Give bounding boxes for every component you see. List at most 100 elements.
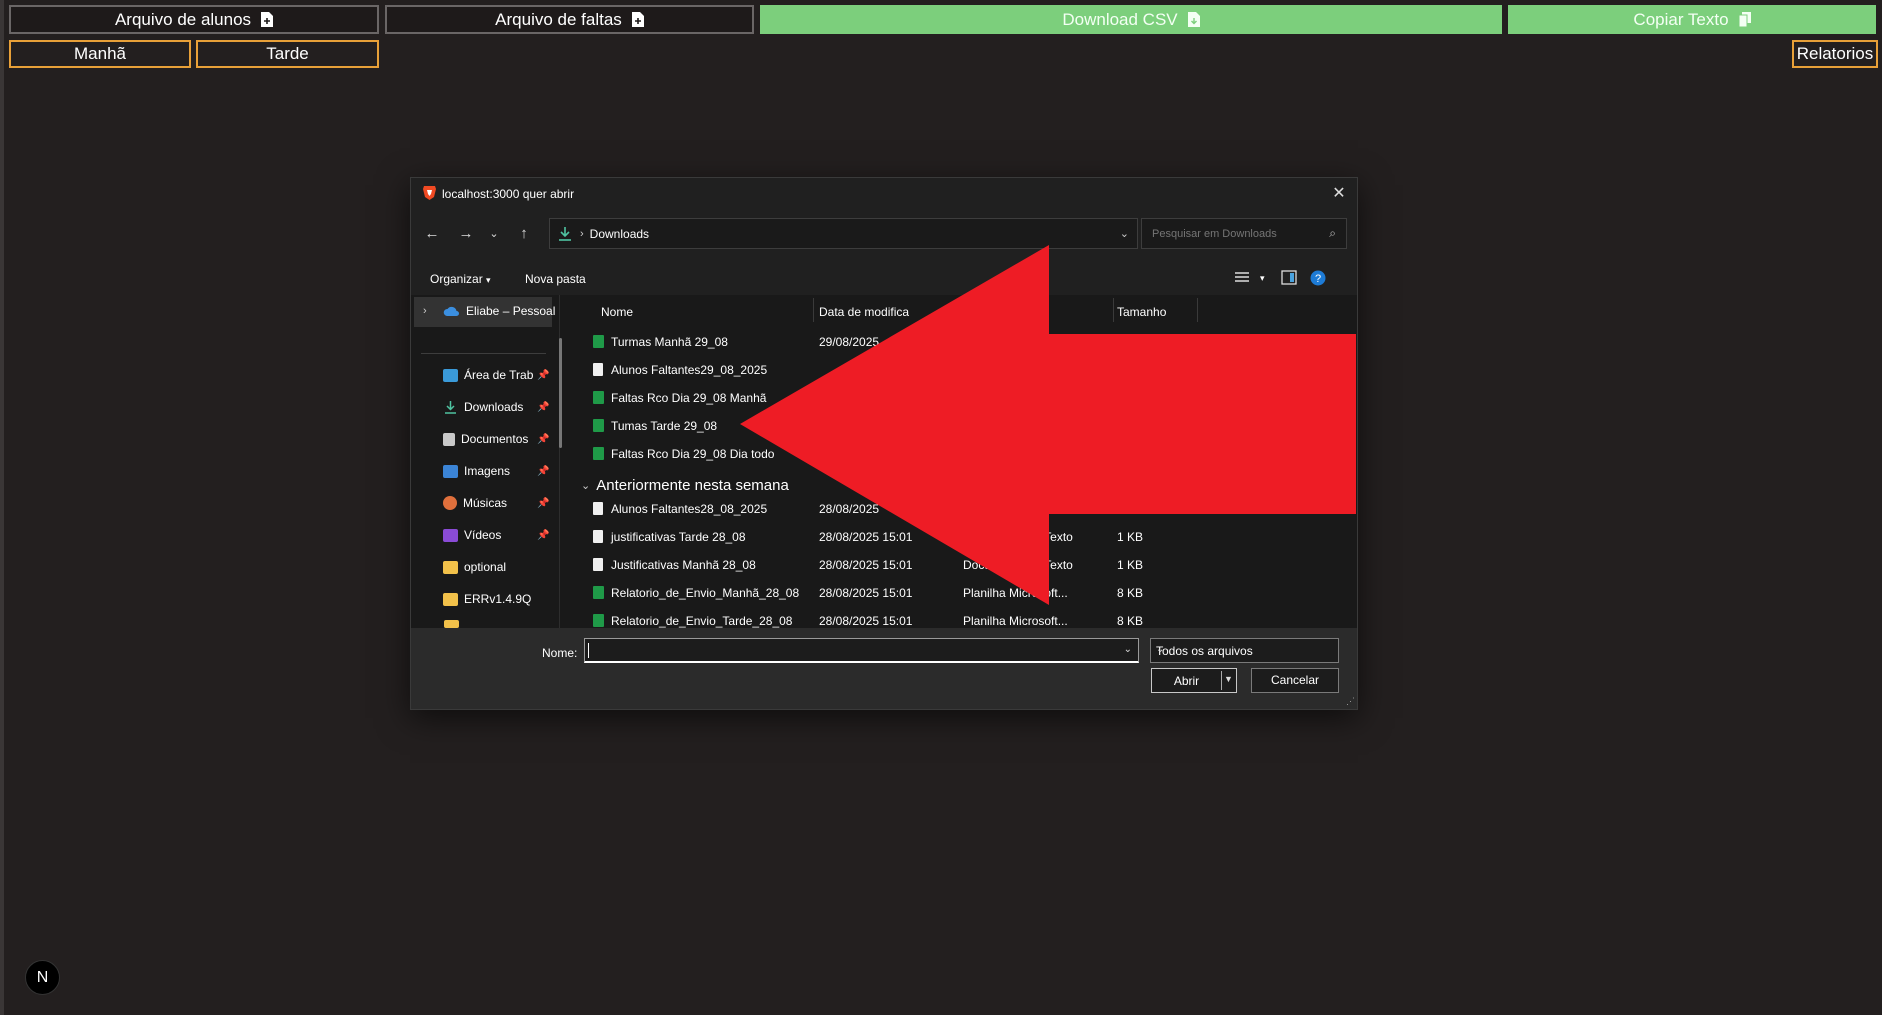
folder-icon — [443, 560, 458, 574]
pin-icon: 📌 — [537, 369, 550, 381]
resize-grip-icon[interactable]: ⋰ — [1346, 696, 1355, 707]
file-type: Planilha Microsoft... — [963, 335, 1068, 349]
file-size: 8 KB — [1117, 614, 1144, 628]
file-add-icon — [261, 12, 274, 27]
manha-button[interactable]: Manhã — [9, 40, 191, 68]
organizar-menu[interactable]: Organizar ▾ — [430, 272, 491, 286]
relatorios-button[interactable]: Relatorios — [1792, 40, 1878, 68]
spreadsheet-icon — [593, 614, 604, 627]
command-bar: Organizar ▾ Nova pasta ▾ ? — [411, 260, 1357, 295]
search-input[interactable] — [1150, 226, 1314, 241]
view-options-chevron-icon[interactable]: ▾ — [1260, 273, 1265, 284]
cancel-button[interactable]: Cancelar — [1251, 668, 1339, 693]
pin-icon: 📌 — [537, 401, 550, 413]
brave-browser-icon — [423, 186, 436, 200]
file-name-cell: Relatorio_de_Envio_Tarde_28_08 — [593, 614, 792, 628]
column-header-size[interactable]: Tamanho — [1117, 305, 1166, 319]
download-csv-button[interactable]: Download CSV — [760, 5, 1502, 34]
download-csv-label: Download CSV — [1062, 9, 1178, 29]
spreadsheet-icon — [593, 391, 604, 404]
file-row[interactable]: justificativas Tarde 28_08 28/08/2025 15:… — [571, 523, 1357, 551]
file-type-select[interactable]: Todos os arquivos ⌄ — [1150, 638, 1339, 663]
file-name: Faltas Rco Dia 29_08 Manhã — [611, 391, 767, 405]
file-date: 29/08/2025 — [819, 335, 880, 349]
column-separator — [1113, 298, 1114, 322]
nextjs-dev-badge[interactable]: N — [25, 960, 60, 995]
group-header-this-week[interactable]: ⌄ Anteriormente nesta semana — [581, 477, 789, 494]
tarde-button[interactable]: Tarde — [196, 40, 379, 68]
file-row[interactable]: Turmas Manhã 29_08 29/08/2025 Planilha Mic… — [571, 328, 1357, 356]
file-name-cell: Alunos Faltantes28_08_2025 — [593, 502, 768, 516]
file-download-icon — [1187, 12, 1200, 27]
page-left-edge — [0, 0, 4, 1015]
nova-pasta-button[interactable]: Nova pasta — [525, 272, 586, 286]
column-header-type[interactable]: Tipo — [963, 305, 986, 319]
sidebar-item-label: optional — [464, 560, 507, 574]
sidebar-item-downloads[interactable]: Downloads 📌 — [443, 400, 549, 414]
image-icon — [443, 464, 458, 478]
sidebar-item-label: Downloads — [464, 400, 524, 414]
pin-icon: 📌 — [537, 497, 550, 509]
folder-icon — [444, 620, 459, 628]
file-name: Faltas Rco Dia 29_08 Dia todo — [611, 447, 775, 461]
column-header-date[interactable]: Data de modificação — [819, 305, 909, 319]
collapse-chevron-icon: ⌄ — [581, 480, 591, 492]
pin-icon: 📌 — [537, 433, 550, 445]
file-name-field[interactable]: ⌄ — [584, 638, 1139, 663]
chevron-down-icon: ▾ — [486, 275, 491, 285]
breadcrumb-downloads[interactable]: Downloads — [590, 227, 649, 241]
file-row[interactable]: Faltas Rco Dia 29_08 Manhã — [571, 384, 1357, 412]
open-button[interactable]: Abrir ▼ — [1151, 668, 1237, 693]
file-row[interactable]: Relatorio_de_Envio_Manhã_28_08 28/08/2025… — [571, 579, 1357, 607]
chevron-down-icon[interactable]: ⌄ — [1124, 644, 1132, 655]
up-arrow-icon[interactable]: ↑ — [515, 225, 533, 242]
file-name-input[interactable] — [588, 642, 1112, 659]
copiar-texto-button[interactable]: Copiar Texto — [1508, 5, 1876, 34]
sidebar-item-desktop[interactable]: Área de Trabalho 📌 — [443, 368, 549, 382]
expand-chevron-icon[interactable]: › — [423, 305, 427, 317]
file-row[interactable]: Tumas Tarde 29_08 — [571, 412, 1357, 440]
arquivo-faltas-button[interactable]: Arquivo de faltas — [385, 5, 754, 34]
sidebar-scrollbar[interactable] — [559, 338, 562, 448]
view-details-icon[interactable] — [1234, 271, 1250, 285]
group-header-label: Anteriormente nesta semana — [596, 477, 789, 494]
download-icon — [559, 226, 571, 241]
file-list: Nome Data de modificação Tipo Tamanho Tu… — [571, 295, 1357, 628]
video-icon — [443, 528, 458, 542]
text-file-icon — [593, 530, 603, 543]
address-bar[interactable]: › Downloads ⌄ — [549, 218, 1138, 249]
file-row[interactable]: Alunos Faltantes29_08_2025 — [571, 356, 1357, 384]
sidebar-item-errv[interactable]: ERRv1.4.9Q — [443, 592, 531, 606]
sidebar-item-documents[interactable]: Documentos 📌 — [443, 432, 549, 446]
sidebar-item-optional[interactable]: optional — [443, 560, 506, 574]
file-row[interactable]: Faltas Rco Dia 29_08 Dia todo — [571, 440, 1357, 468]
file-type: Documento de Texto — [963, 530, 1073, 544]
search-box[interactable]: ⌕ — [1141, 218, 1347, 249]
recent-locations-chevron-icon[interactable]: ⌄ — [485, 227, 503, 240]
file-row[interactable]: Alunos Faltantes28_08_2025 28/08/2025 — [571, 495, 1357, 523]
file-name-cell: Alunos Faltantes29_08_2025 — [593, 363, 767, 377]
forward-arrow-icon[interactable]: → — [457, 225, 475, 242]
sidebar-item-label: Imagens — [464, 464, 511, 478]
address-dropdown-chevron-icon[interactable]: ⌄ — [1120, 227, 1129, 240]
copy-icon — [1738, 12, 1751, 27]
onedrive-icon — [443, 306, 459, 316]
sidebar-item-music[interactable]: Músicas 📌 — [443, 496, 549, 510]
file-name: Alunos Faltantes28_08_2025 — [611, 502, 768, 516]
sidebar-item-onedrive[interactable]: Eliabe – Pessoal — [443, 304, 555, 318]
organizar-label: Organizar — [430, 272, 483, 286]
close-icon[interactable]: ✕ — [1329, 183, 1349, 203]
sidebar-item-label: Eliabe – Pessoal — [466, 304, 556, 318]
file-row[interactable]: Justificativas Manhã 28_08 28/08/2025 15:… — [571, 551, 1357, 579]
help-icon[interactable]: ? — [1310, 270, 1326, 286]
preview-pane-icon[interactable] — [1281, 270, 1297, 285]
spreadsheet-icon — [593, 447, 604, 460]
sidebar-item-images[interactable]: Imagens 📌 — [443, 464, 549, 478]
back-arrow-icon[interactable]: ← — [423, 225, 441, 242]
arquivo-alunos-button[interactable]: Arquivo de alunos — [9, 5, 379, 34]
spreadsheet-icon — [593, 419, 604, 432]
file-type: Planilha Microsoft... — [963, 614, 1068, 628]
open-options-chevron-icon[interactable]: ▼ — [1224, 674, 1233, 684]
column-header-name[interactable]: Nome — [601, 305, 633, 319]
sidebar-item-videos[interactable]: Vídeos 📌 — [443, 528, 549, 542]
